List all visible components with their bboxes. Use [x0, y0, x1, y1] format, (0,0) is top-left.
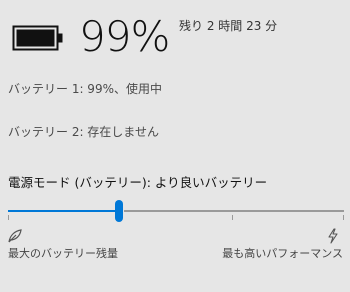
time-remaining: 残り 2 時間 23 分	[179, 19, 278, 33]
battery-percentage: 99%	[79, 12, 170, 61]
leaf-icon	[8, 229, 22, 243]
slider-track-filled[interactable]	[8, 210, 119, 212]
slider-tick	[8, 215, 9, 220]
battery-2-status: バッテリー 2: 存在しません	[8, 125, 159, 139]
slider-track[interactable]	[124, 210, 344, 212]
slider-tick	[343, 215, 344, 220]
power-mode-slider[interactable]	[8, 200, 344, 224]
max-battery-label: 最大のバッテリー残量	[8, 247, 118, 260]
lightning-icon	[328, 228, 338, 244]
power-mode-title: 電源モード (バッテリー): より良いバッテリー	[8, 175, 268, 190]
battery-full-icon	[12, 25, 63, 51]
best-performance-label: 最も高いパフォーマンス	[222, 247, 343, 260]
battery-1-status: バッテリー 1: 99%、使用中	[8, 82, 162, 96]
slider-tick	[232, 215, 233, 220]
slider-thumb[interactable]	[115, 200, 123, 222]
